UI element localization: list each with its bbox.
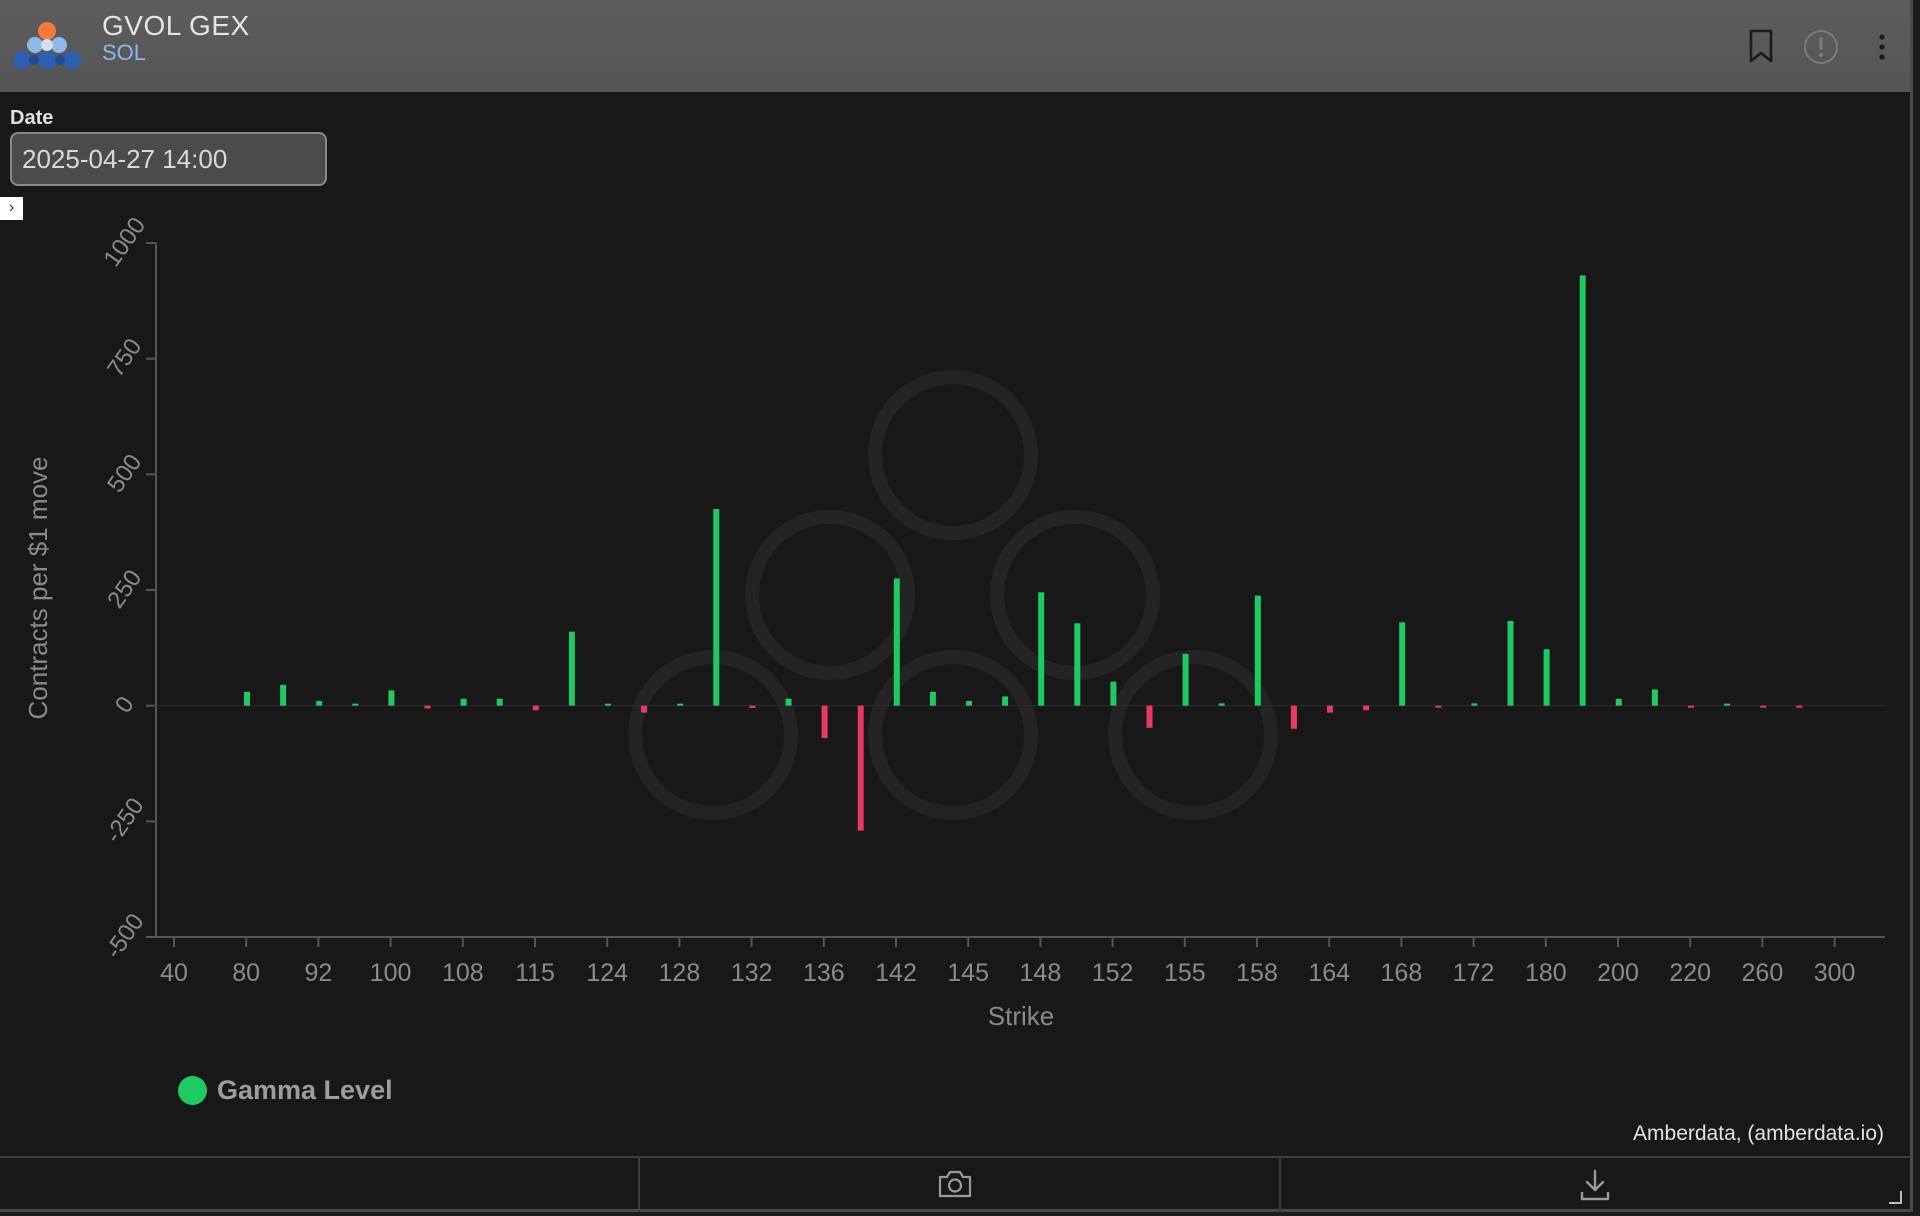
- y-tick-label: 500: [102, 449, 147, 497]
- gamma-bar[interactable]: [1074, 623, 1081, 706]
- x-tick-label: 148: [1020, 959, 1062, 987]
- x-tick-label: 172: [1453, 959, 1495, 987]
- x-tick-label: 220: [1669, 959, 1711, 987]
- gamma-bar[interactable]: [1327, 705, 1333, 713]
- gamma-bar[interactable]: [1724, 703, 1731, 706]
- y-axis-title: Contracts per $1 move: [23, 456, 53, 719]
- x-tick-label: 142: [875, 959, 917, 987]
- gamma-bar[interactable]: [1688, 705, 1694, 708]
- x-tick-label: 152: [1092, 959, 1134, 987]
- gamma-bar[interactable]: [1435, 705, 1442, 708]
- x-tick-label: 80: [232, 959, 260, 987]
- x-tick-label: 158: [1236, 959, 1278, 987]
- gamma-bar[interactable]: [641, 705, 648, 713]
- gamma-bar[interactable]: [605, 703, 611, 706]
- gamma-bar[interactable]: [785, 698, 792, 706]
- gamma-bar[interactable]: [352, 703, 359, 706]
- gamma-bar[interactable]: [821, 705, 828, 739]
- gamma-bar[interactable]: [677, 703, 684, 706]
- x-tick-label: 128: [659, 959, 701, 987]
- chart-legend[interactable]: Gamma Level: [178, 1074, 393, 1106]
- gamma-bar[interactable]: [857, 705, 864, 831]
- x-tick-label: 136: [803, 959, 845, 987]
- y-tick-label: -250: [100, 793, 150, 848]
- gamma-bar[interactable]: [1651, 689, 1658, 706]
- gamma-bar[interactable]: [966, 701, 972, 706]
- gamma-bar[interactable]: [1182, 653, 1189, 706]
- gamma-bar[interactable]: [1507, 620, 1514, 706]
- gamma-bar[interactable]: [1579, 275, 1586, 706]
- gamma-bar[interactable]: [749, 705, 756, 708]
- x-tick-label: 180: [1525, 959, 1567, 987]
- resize-handle-icon[interactable]: [1888, 1190, 1902, 1204]
- gamma-bar[interactable]: [316, 701, 323, 706]
- x-tick-label: 92: [304, 959, 332, 987]
- gamma-bar[interactable]: [388, 690, 395, 706]
- gamma-bar[interactable]: [532, 705, 539, 711]
- x-tick-label: 168: [1381, 959, 1423, 987]
- widget-footer: [0, 1156, 1910, 1212]
- y-tick-label: -500: [100, 909, 150, 964]
- legend-marker: [178, 1075, 207, 1105]
- download-icon[interactable]: [1578, 1168, 1612, 1202]
- gamma-bar[interactable]: [280, 684, 287, 706]
- gamma-bar[interactable]: [929, 691, 936, 706]
- gamma-bar[interactable]: [568, 631, 575, 706]
- gamma-bar[interactable]: [424, 705, 431, 709]
- x-tick-label: 300: [1814, 959, 1856, 987]
- gamma-bar[interactable]: [1796, 705, 1803, 708]
- x-tick-label: 115: [515, 959, 555, 987]
- x-tick-label: 164: [1308, 959, 1350, 987]
- gamma-bar[interactable]: [893, 578, 900, 706]
- gamma-bar[interactable]: [1110, 681, 1117, 706]
- gamma-bar[interactable]: [1290, 705, 1297, 729]
- gamma-bar[interactable]: [1471, 703, 1478, 706]
- x-tick-label: 260: [1742, 959, 1784, 987]
- gamma-bar[interactable]: [460, 698, 467, 706]
- gamma-bar[interactable]: [713, 509, 720, 706]
- gamma-bar[interactable]: [1363, 705, 1370, 711]
- gamma-bar[interactable]: [1038, 592, 1045, 706]
- footer-divider: [1279, 1158, 1281, 1212]
- gamma-bar[interactable]: [1146, 705, 1153, 728]
- x-tick-label: 155: [1164, 959, 1206, 987]
- x-tick-label: 200: [1597, 959, 1639, 987]
- gamma-bar[interactable]: [1615, 698, 1622, 706]
- gamma-bar[interactable]: [1002, 696, 1009, 706]
- x-tick-label: 40: [160, 959, 188, 987]
- x-tick-label: 145: [947, 959, 989, 987]
- gamma-bar[interactable]: [1218, 703, 1225, 706]
- gex-widget: GVOL GEX SOL Date › -5: [0, 0, 1913, 1212]
- x-tick-label: 108: [442, 959, 484, 987]
- gamma-bar[interactable]: [1254, 595, 1261, 706]
- gamma-bar[interactable]: [1760, 705, 1767, 708]
- footer-divider: [638, 1158, 640, 1212]
- data-credit: Amberdata, (amberdata.io): [1633, 1122, 1884, 1145]
- amberdata-watermark: [628, 370, 1278, 820]
- legend-label: Gamma Level: [217, 1074, 393, 1105]
- x-tick-label: 100: [370, 959, 412, 987]
- gamma-bar[interactable]: [496, 698, 503, 706]
- y-tick-label: 250: [102, 565, 147, 613]
- gamma-bar[interactable]: [1543, 649, 1550, 706]
- gex-chart: -500 -250 0 250 500 750 1000 40 80 92 100 108 115 124…: [23, 213, 1885, 1031]
- gamma-bar[interactable]: [244, 691, 250, 706]
- y-tick-label: 750: [102, 334, 147, 382]
- x-axis-title: Strike: [988, 1001, 1054, 1031]
- camera-icon[interactable]: [937, 1168, 973, 1200]
- y-tick-label: 0: [110, 692, 140, 718]
- y-tick-label: 1000: [98, 213, 151, 272]
- x-tick-label: 132: [731, 959, 773, 987]
- gamma-bar[interactable]: [1399, 622, 1406, 706]
- x-tick-label: 124: [586, 959, 628, 987]
